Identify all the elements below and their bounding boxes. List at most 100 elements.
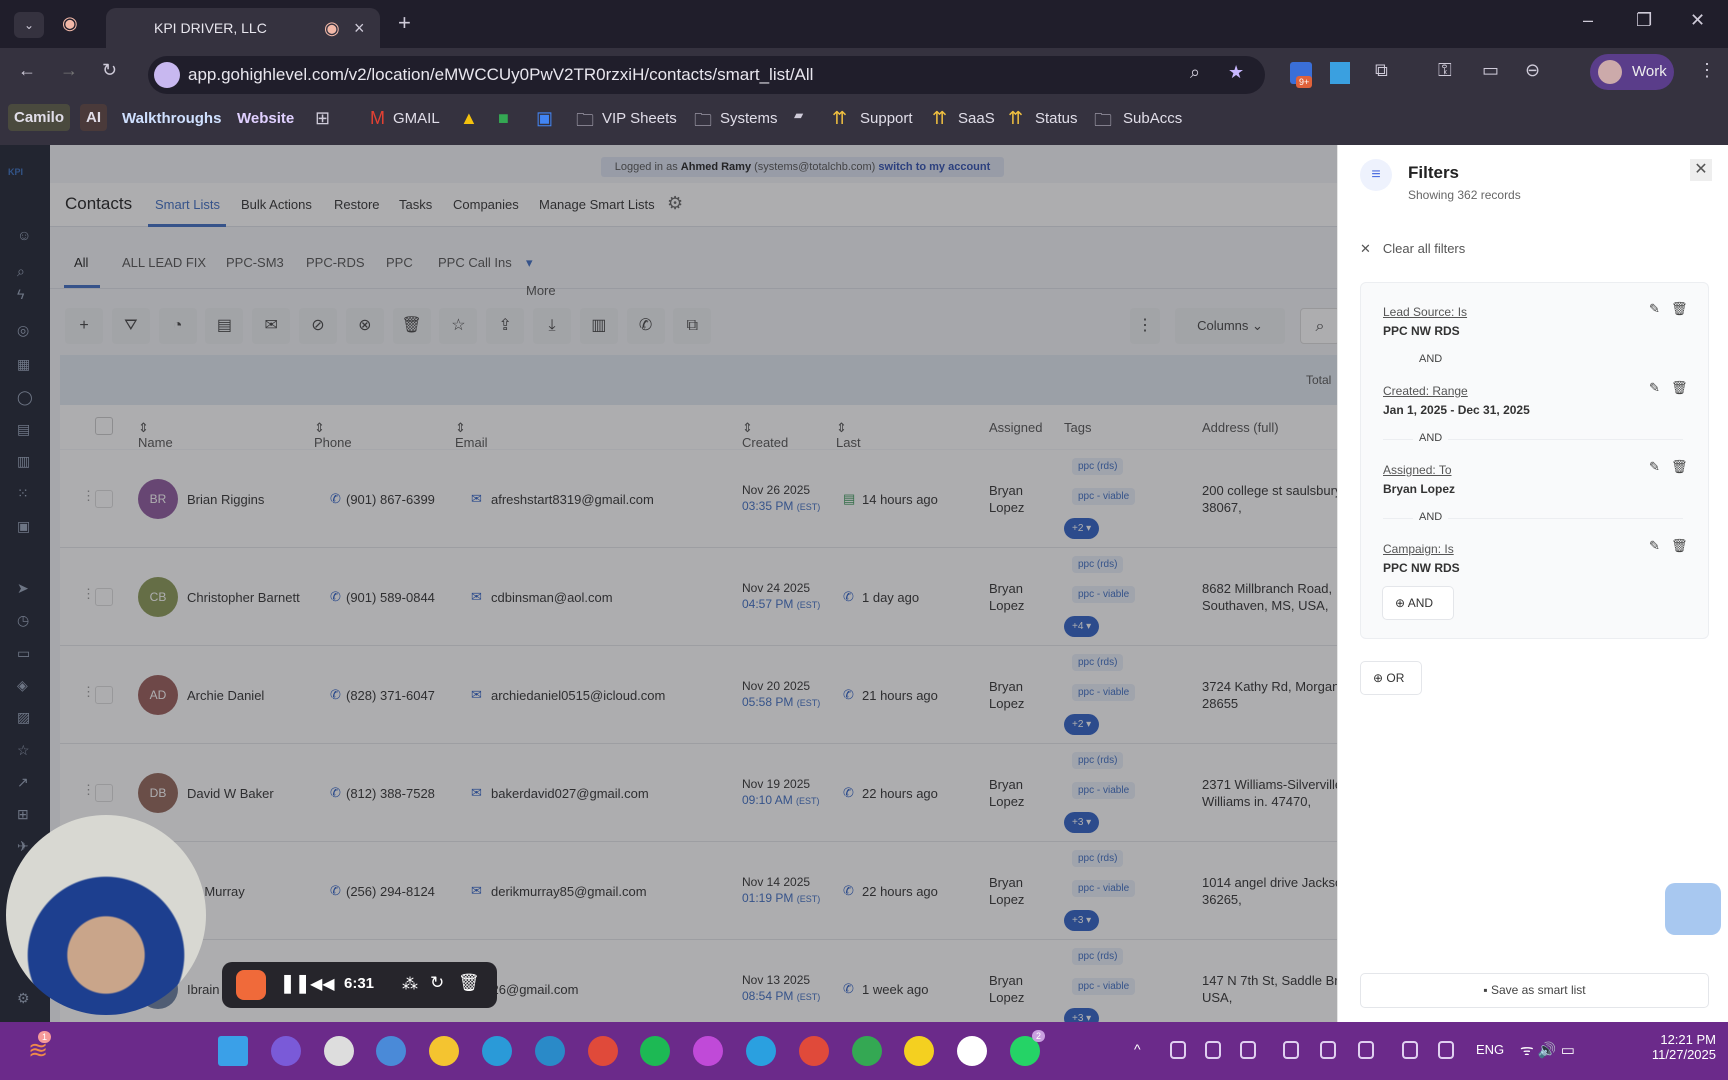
bookmark-support[interactable]: Support	[860, 110, 913, 127]
pause-icon[interactable]: ❚❚	[280, 973, 310, 994]
delete-trash-icon[interactable]: 🗑	[1671, 459, 1688, 475]
bookmark-walkthroughs[interactable]: Walkthroughs	[122, 110, 221, 127]
whatsapp-badge: 2	[1032, 1030, 1046, 1042]
wifi-volume-battery-icons[interactable]: ᯤ 🔊 ▭	[1520, 1040, 1575, 1060]
filter-condition-value: PPC NW RDS	[1383, 561, 1460, 575]
forward-icon[interactable]: →	[60, 60, 78, 81]
extension-badge: 9+	[1296, 76, 1313, 88]
avatar	[1598, 60, 1622, 84]
m365-icon[interactable]	[693, 1036, 724, 1066]
bookmark-website[interactable]: Website	[237, 110, 294, 127]
filter-group: ⊕ AND Lead Source: Is PPC NW RDS ✎ 🗑 AND Crea…	[1360, 282, 1709, 639]
slack-icon[interactable]	[957, 1036, 988, 1066]
tray-icon[interactable]	[1170, 1041, 1186, 1059]
language-indicator[interactable]: ENG	[1476, 1042, 1504, 1057]
record-icon[interactable]: ◉	[62, 13, 78, 34]
meet-icon[interactable]: ■	[498, 108, 509, 129]
add-and-condition-button[interactable]: ⊕ AND	[1382, 586, 1454, 620]
filter-condition-label[interactable]: Campaign: Is	[1383, 542, 1454, 556]
delete-recording-icon[interactable]: 🗑	[458, 973, 480, 993]
rewind-icon[interactable]: ◀◀	[310, 974, 335, 994]
edit-pencil-icon[interactable]: ✎	[1649, 459, 1660, 475]
extension-icon[interactable]	[1330, 62, 1350, 84]
recording-controls: ❚❚ ◀◀ 6:31 ⁂ ↻ 🗑	[222, 962, 497, 1008]
chrome-active-icon[interactable]	[851, 1036, 882, 1066]
telegram-icon[interactable]	[746, 1036, 776, 1066]
calendar-icon[interactable]: ▣	[536, 108, 553, 129]
filter-condition-label[interactable]: Lead Source: Is	[1383, 305, 1467, 319]
bookmark-vip-sheets[interactable]: VIP Sheets	[602, 110, 677, 127]
filter-condition-label[interactable]: Created: Range	[1383, 384, 1468, 398]
clock[interactable]: 12:21 PM 11/27/2025	[1640, 1032, 1716, 1062]
sticky-notes-icon[interactable]	[904, 1036, 935, 1066]
filters-panel: ≡ Filters Showing 362 records ✕ ✕ Clear a…	[1337, 145, 1728, 1022]
stop-recording-button[interactable]	[236, 970, 266, 1000]
tab-search-icon[interactable]: ⌄	[14, 12, 44, 38]
file-explorer-icon[interactable]	[429, 1036, 460, 1066]
edge-dev-icon[interactable]	[534, 1036, 565, 1066]
tray-icon[interactable]	[1283, 1041, 1299, 1059]
site-icon	[154, 62, 180, 88]
save-as-smart-list-button[interactable]: ▪ Save as smart list	[1360, 973, 1709, 1008]
reload-icon[interactable]: ↻	[102, 60, 117, 81]
bookmark-gmail[interactable]: GMAIL	[393, 110, 440, 127]
navigation-bar: ← → ↻ app.gohighlevel.com/v2/location/eM…	[0, 48, 1728, 96]
close-window-icon[interactable]: ✕	[1690, 10, 1705, 31]
tray-icon[interactable]	[1240, 1041, 1256, 1059]
chrome-profile-icon[interactable]	[798, 1036, 829, 1066]
add-or-group-button[interactable]: ⊕ OR	[1360, 661, 1422, 695]
extensions-icon[interactable]: ⧉	[1375, 60, 1388, 81]
url-text[interactable]: app.gohighlevel.com/v2/location/eMWCCUy0…	[188, 65, 813, 87]
tray-icon[interactable]	[1358, 1041, 1374, 1059]
tray-icon[interactable]	[1320, 1041, 1336, 1059]
edit-pencil-icon[interactable]: ✎	[1649, 301, 1660, 317]
delete-trash-icon[interactable]: 🗑	[1671, 301, 1688, 317]
profile-button[interactable]: Work	[1590, 54, 1674, 90]
tray-icon[interactable]	[1205, 1041, 1221, 1059]
bookmark-subaccs[interactable]: SubAccs	[1123, 110, 1182, 127]
edit-pencil-icon[interactable]: ✎	[1649, 380, 1660, 396]
menu-icon[interactable]: ⋮	[1698, 60, 1716, 81]
spotify-icon[interactable]	[640, 1036, 671, 1066]
notepad-icon[interactable]	[323, 1036, 354, 1066]
chat-widget-icon[interactable]	[1665, 883, 1721, 935]
edge-icon[interactable]	[482, 1036, 512, 1066]
close-panel-icon[interactable]: ✕	[1690, 159, 1712, 181]
start-icon[interactable]	[218, 1036, 248, 1066]
tray-icon[interactable]	[1402, 1041, 1418, 1059]
restart-icon[interactable]: ↻	[430, 973, 444, 993]
bookmark-systems[interactable]: Systems	[720, 110, 778, 127]
back-icon[interactable]: ←	[18, 60, 36, 81]
new-tab-icon[interactable]: +	[398, 10, 411, 36]
restore-icon[interactable]: ❐	[1636, 10, 1652, 31]
bookmark-status[interactable]: Status	[1035, 110, 1078, 127]
password-key-icon[interactable]: ⚿	[1438, 60, 1452, 81]
zoom-icon[interactable]: ⌕	[1190, 62, 1200, 83]
panel-title: Filters	[1408, 163, 1460, 182]
bookmark-saas[interactable]: SaaS	[958, 110, 995, 127]
tab-title: KPI DRIVER, LLC	[154, 20, 267, 36]
delete-trash-icon[interactable]: 🗑	[1671, 538, 1688, 554]
delete-trash-icon[interactable]: 🗑	[1671, 380, 1688, 396]
apps-grid-icon[interactable]: ⊞	[315, 108, 330, 129]
grid-icon[interactable]: ⁂	[402, 974, 418, 994]
kpi-logo-icon[interactable]: ▰	[794, 108, 803, 122]
search-app-icon[interactable]	[270, 1036, 301, 1066]
link-icon[interactable]: ⊖	[1525, 60, 1540, 81]
bookmark-ai[interactable]: AI	[80, 104, 107, 131]
bookmark-camilo[interactable]: Camilo	[8, 104, 71, 131]
edit-pencil-icon[interactable]: ✎	[1649, 538, 1660, 554]
and-connector: AND	[1413, 511, 1449, 523]
clear-all-filters-button[interactable]: ✕ Clear all filters	[1360, 241, 1465, 257]
bookmark-star-icon[interactable]: ★	[1228, 62, 1244, 83]
close-tab-icon[interactable]: ×	[354, 8, 365, 48]
tray-icon[interactable]	[1438, 1041, 1454, 1059]
card-icon[interactable]: ▭	[1482, 60, 1499, 81]
show-hidden-icons[interactable]: ^	[1134, 1041, 1141, 1057]
photos-icon[interactable]	[376, 1036, 407, 1066]
chrome-icon[interactable]	[587, 1036, 618, 1066]
filter-condition-label[interactable]: Assigned: To	[1383, 463, 1452, 477]
minimize-icon[interactable]: –	[1583, 10, 1593, 31]
drive-icon[interactable]: ▲	[460, 108, 478, 129]
active-tab[interactable]: KPI DRIVER, LLC ◉ ×	[106, 8, 380, 48]
